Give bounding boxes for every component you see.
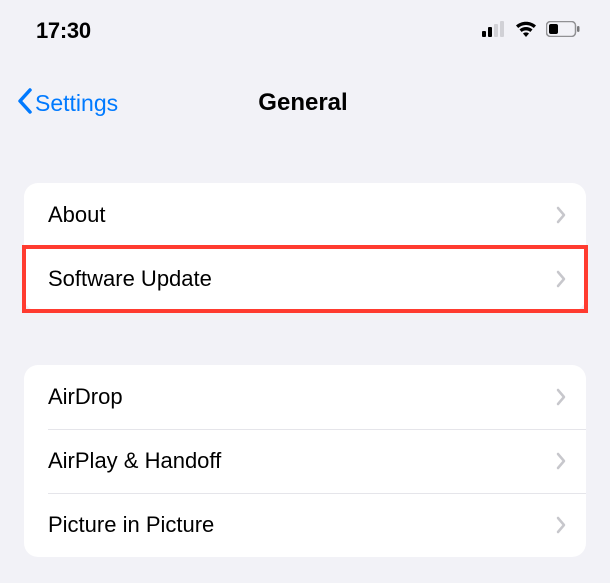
back-label: Settings bbox=[35, 90, 118, 117]
chevron-right-icon bbox=[556, 516, 566, 534]
chevron-right-icon bbox=[556, 270, 566, 288]
navigation-bar: Settings General bbox=[0, 54, 610, 135]
status-icons bbox=[482, 20, 580, 42]
status-time: 17:30 bbox=[36, 18, 91, 44]
settings-section-1: About Software Update bbox=[24, 183, 586, 311]
wifi-icon bbox=[514, 20, 538, 42]
chevron-left-icon bbox=[16, 87, 33, 120]
status-bar: 17:30 bbox=[0, 0, 610, 54]
chevron-right-icon bbox=[556, 388, 566, 406]
row-airdrop[interactable]: AirDrop bbox=[24, 365, 586, 429]
row-label: Software Update bbox=[48, 266, 556, 292]
row-software-update[interactable]: Software Update bbox=[24, 247, 586, 311]
row-about[interactable]: About bbox=[24, 183, 586, 247]
battery-icon bbox=[546, 21, 580, 42]
row-airplay-handoff[interactable]: AirPlay & Handoff bbox=[24, 429, 586, 493]
row-label: About bbox=[48, 202, 556, 228]
chevron-right-icon bbox=[556, 206, 566, 224]
back-button[interactable]: Settings bbox=[16, 87, 118, 120]
row-label: AirDrop bbox=[48, 384, 556, 410]
row-label: Picture in Picture bbox=[48, 512, 556, 538]
settings-section-2: AirDrop AirPlay & Handoff Picture in Pic… bbox=[24, 365, 586, 557]
cellular-icon bbox=[482, 21, 506, 42]
row-picture-in-picture[interactable]: Picture in Picture bbox=[24, 493, 586, 557]
chevron-right-icon bbox=[556, 452, 566, 470]
row-label: AirPlay & Handoff bbox=[48, 448, 556, 474]
